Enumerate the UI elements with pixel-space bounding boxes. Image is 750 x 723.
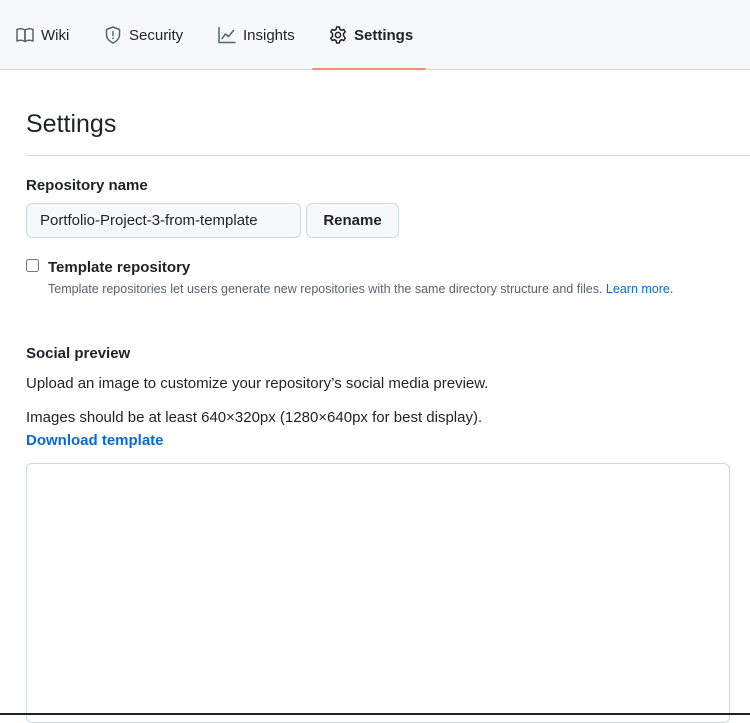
tab-insights-label: Insights [243,26,295,44]
template-repository-label: Template repository [48,259,191,276]
repo-tab-nav: Wiki Security Insights Settings [0,0,750,70]
gear-icon [328,25,348,45]
social-preview-image-box[interactable] [26,463,730,723]
template-repository-description: Template repositories let users generate… [48,282,673,296]
selected-tab-indicator [312,68,426,70]
image-size-note: Images should be at least 640×320px (128… [26,409,483,426]
rename-button[interactable]: Rename [306,203,399,238]
tab-settings-label: Settings [354,26,414,44]
book-icon [15,25,35,45]
social-preview-description: Upload an image to customize your reposi… [26,375,489,392]
title-divider [26,155,750,156]
tab-security[interactable]: Security [103,0,183,70]
template-repository-checkbox[interactable] [26,259,39,272]
social-preview-heading: Social preview [26,345,131,362]
tab-wiki[interactable]: Wiki [15,0,69,70]
tab-insights[interactable]: Insights [217,0,295,70]
template-repository-description-text: Template repositories let users generate… [48,282,603,296]
repository-name-label: Repository name [26,177,148,194]
repository-name-input[interactable] [26,203,301,238]
tab-wiki-label: Wiki [41,26,70,44]
graph-icon [217,25,237,45]
page-title: Settings [26,110,117,138]
tab-security-label: Security [129,26,184,44]
download-template-link[interactable]: Download template [26,432,164,449]
learn-more-link[interactable]: Learn more. [606,282,673,296]
shield-icon [103,25,123,45]
tab-settings[interactable]: Settings [328,0,413,70]
